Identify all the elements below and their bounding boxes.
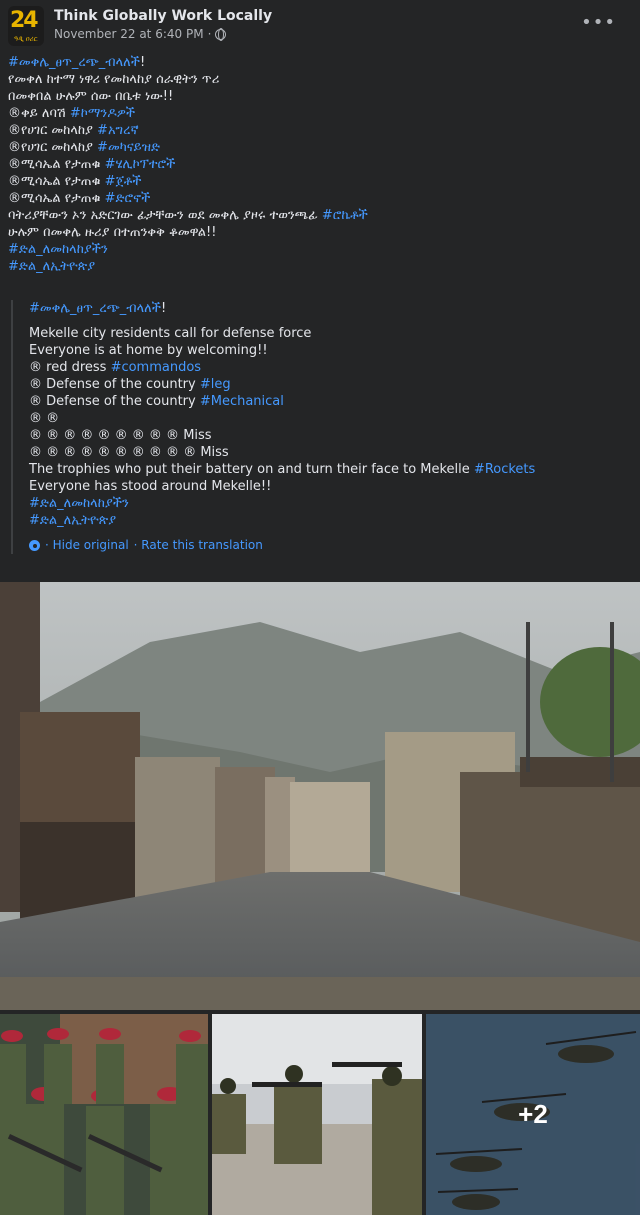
text-line: ® ® ® ® ® ® ® ® ® ® Miss — [29, 444, 621, 461]
text-line: ® ® ® ® ® ® ® ® ® Miss — [29, 427, 621, 444]
hashtag-link[interactable]: #መቀሌ_ፀጥ_ረጭ_ብላለች — [8, 55, 140, 70]
text-segment: በመቀበል ሁሉም ሰው በቤቱ ነው!! — [8, 89, 174, 104]
text-segment: ®ሚሳኤል የታጠቁ — [8, 157, 105, 172]
hashtag-link[interactable]: #Mechanical — [200, 394, 284, 409]
hashtag-link[interactable]: #ኮማንዶዎች — [70, 106, 135, 121]
text-segment: ሁሉም በመቀሌ ዙሪያ በተጠንቀቅ ቆመዋል!! — [8, 225, 217, 240]
hashtag-link[interactable]: #ድል_ለኢትዮጵያ — [29, 513, 116, 528]
thumbnail-commandos[interactable] — [0, 1014, 208, 1215]
hashtag-link[interactable]: #መቀሌ_ፀጥ_ረጭ_ብላለች — [29, 301, 161, 316]
text-line: ®ቀይ ለባሽ #ኮማንዶዎች — [8, 105, 628, 122]
text-line — [29, 317, 621, 325]
text-line: Everyone has stood around Mekelle!! — [29, 478, 621, 495]
text-segment: ® ® ® ® ® ® ® ® ® Miss — [29, 428, 212, 443]
photo-thumbnails: +2 — [0, 1014, 640, 1215]
hashtag-link[interactable]: #ድል_ለመከላከያችን — [29, 496, 129, 511]
text-line: #ድል_ለመከላከያችን — [8, 241, 628, 258]
text-segment: ®ቀይ ለባሽ — [8, 106, 70, 121]
avatar-logo-subtitle: ዓዲ ዐሪር — [14, 35, 38, 43]
text-line: ®ሚሳኤል የታጠቁ #ድሮኖች — [8, 190, 628, 207]
more-options-icon[interactable]: ••• — [581, 12, 616, 33]
text-segment: ባትሪያቸውን ኦን አድርገው ፊታቸውን ወደ መቀሌ ያዞሩ ተወንጫፊ — [8, 208, 322, 223]
text-segment: Everyone is at home by welcoming!! — [29, 343, 268, 358]
text-line: #ድል_ለመከላከያችን — [29, 495, 621, 512]
post-text: #መቀሌ_ፀጥ_ረጭ_ብላለች! የመቀለ ከተማ ነዋሪ የመከላከያ ሰራዊት… — [8, 54, 628, 275]
text-line: የመቀለ ከተማ ነዋሪ የመከላከያ ሰራዊትን ጥሪ — [8, 71, 628, 88]
text-line: ®የሀገር መከላከያ #አግረኛ — [8, 122, 628, 139]
text-segment: ® ® — [29, 411, 60, 426]
globe-icon[interactable] — [215, 28, 227, 41]
text-line: ® red dress #commandos — [29, 359, 621, 376]
main-photo[interactable] — [0, 582, 640, 1010]
text-line: #ድል_ለኢትዮጵያ — [8, 258, 628, 275]
translation-text: #መቀሌ_ፀጥ_ረጭ_ብላለች! Mekelle city residents c… — [29, 300, 621, 529]
text-line: Everyone is at home by welcoming!! — [29, 342, 621, 359]
text-line: ® Defense of the country #leg — [29, 376, 621, 393]
infantry-illustration — [212, 1014, 422, 1215]
text-line: ® ® — [29, 410, 621, 427]
post-date[interactable]: November 22 at 6:40 PM — [54, 27, 204, 41]
text-segment: ® Defense of the country — [29, 377, 200, 392]
text-segment: ®ሚሳኤል የታጠቁ — [8, 174, 105, 189]
text-segment: The trophies who put their battery on an… — [29, 462, 474, 477]
translation-block: #መቀሌ_ፀጥ_ረጭ_ብላለች! Mekelle city residents c… — [11, 300, 621, 554]
street-photo-illustration — [0, 582, 640, 1010]
hashtag-link[interactable]: #Rockets — [474, 462, 535, 477]
gear-icon[interactable] — [29, 540, 40, 551]
text-line: The trophies who put their battery on an… — [29, 461, 621, 478]
hashtag-link[interactable]: #leg — [200, 377, 231, 392]
text-segment: ®የሀገር መከላከያ — [8, 140, 98, 155]
text-segment: ! — [160, 301, 167, 316]
text-line: ®ሚሳኤል የታጠቁ #ሄሊኮፕተሮች — [8, 156, 628, 173]
thumbnail-infantry[interactable] — [212, 1014, 422, 1215]
text-line: ባትሪያቸውን ኦን አድርገው ፊታቸውን ወደ መቀሌ ያዞሩ ተወንጫፊ … — [8, 207, 628, 224]
text-line: ®ሚሳኤል የታጠቁ #ጀቶች — [8, 173, 628, 190]
more-photos-count[interactable]: +2 — [426, 1014, 640, 1215]
thumbnail-helicopters[interactable]: +2 — [426, 1014, 640, 1215]
page-avatar[interactable]: 24 ዓዲ ዐሪር — [8, 6, 44, 46]
hashtag-link[interactable]: #ሄሊኮፕተሮች — [105, 157, 176, 172]
meta-separator: · — [207, 27, 212, 41]
text-line: ® Defense of the country #Mechanical — [29, 393, 621, 410]
text-segment: ! — [139, 55, 146, 70]
hashtag-link[interactable]: #ድሮኖች — [105, 191, 151, 206]
page-name[interactable]: Think Globally Work Locally — [54, 8, 272, 24]
avatar-logo-number: 24 — [10, 8, 39, 33]
text-segment: ® Defense of the country — [29, 394, 200, 409]
text-segment: Everyone has stood around Mekelle!! — [29, 479, 272, 494]
text-segment: ®ሚሳኤል የታጠቁ — [8, 191, 105, 206]
hashtag-link[interactable]: #ሮኬቶች — [322, 208, 368, 223]
hashtag-link[interactable]: #ድል_ለኢትዮጵያ — [8, 259, 95, 274]
text-line: ®የሀገር መከላከያ #መካናይዝድ — [8, 139, 628, 156]
text-segment: Mekelle city residents call for defense … — [29, 326, 312, 341]
text-segment: የመቀለ ከተማ ነዋሪ የመከላከያ ሰራዊትን ጥሪ — [8, 72, 220, 87]
text-line: Mekelle city residents call for defense … — [29, 325, 621, 342]
text-segment: ® red dress — [29, 360, 111, 375]
hashtag-link[interactable]: #መካናይዝድ — [97, 140, 160, 155]
text-line: #ድል_ለኢትዮጵያ — [29, 512, 621, 529]
hashtag-link[interactable]: #ድል_ለመከላከያችን — [8, 242, 108, 257]
hashtag-link[interactable]: #commandos — [111, 360, 202, 375]
text-line: በመቀበል ሁሉም ሰው በቤቱ ነው!! — [8, 88, 628, 105]
hashtag-link[interactable]: #ጀቶች — [105, 174, 142, 189]
translation-footer: · Hide original · Rate this translation — [29, 537, 621, 554]
post-header: 24 ዓዲ ዐሪር Think Globally Work Locally No… — [0, 0, 640, 50]
text-line: #መቀሌ_ፀጥ_ረጭ_ብላለች! — [8, 54, 628, 71]
hide-original-link[interactable]: · Hide original — [45, 537, 129, 554]
text-line: ሁሉም በመቀሌ ዙሪያ በተጠንቀቅ ቆመዋል!! — [8, 224, 628, 241]
text-segment: ® ® ® ® ® ® ® ® ® ® Miss — [29, 445, 229, 460]
commandos-illustration — [0, 1014, 208, 1215]
rate-translation-link[interactable]: · Rate this translation — [134, 537, 263, 554]
text-line: #መቀሌ_ፀጥ_ረጭ_ብላለች! — [29, 300, 621, 317]
hashtag-link[interactable]: #አግረኛ — [97, 123, 139, 138]
post-meta: November 22 at 6:40 PM · — [54, 27, 227, 41]
text-segment: ®የሀገር መከላከያ — [8, 123, 98, 138]
